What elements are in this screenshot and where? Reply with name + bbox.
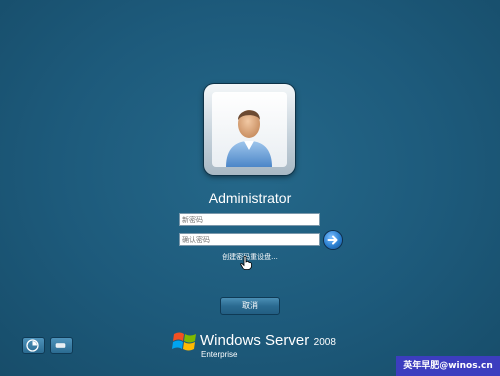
submit-button[interactable]	[324, 231, 342, 249]
confirm-password-input[interactable]	[182, 234, 319, 245]
ease-of-access-icon	[26, 339, 39, 352]
windows-flag-icon	[172, 332, 196, 351]
background	[0, 0, 500, 376]
logo-wordmark: Windows Server 2008	[200, 332, 336, 350]
logo-product-name: Windows Server	[200, 332, 310, 349]
avatar-picture	[212, 92, 287, 167]
logo-version: 2008	[313, 337, 336, 348]
user-avatar	[204, 84, 295, 175]
new-password-input[interactable]	[182, 214, 319, 225]
cancel-button[interactable]: 取消	[220, 297, 280, 315]
new-password-field[interactable]	[179, 213, 320, 226]
shutdown-icon	[55, 343, 66, 348]
username-label: Administrator	[208, 190, 292, 206]
arrow-right-icon	[327, 235, 338, 245]
shutdown-button[interactable]	[50, 337, 73, 354]
ease-of-access-button[interactable]	[22, 337, 45, 354]
watermark: 英年早肥@winos.cn	[396, 356, 500, 376]
hand-cursor-icon	[240, 256, 252, 270]
logo-edition: Enterprise	[201, 350, 238, 359]
user-silhouette-icon	[226, 110, 272, 167]
confirm-password-field[interactable]	[179, 233, 320, 246]
windows-server-logo: Windows Server 2008 Enterprise	[172, 328, 352, 364]
